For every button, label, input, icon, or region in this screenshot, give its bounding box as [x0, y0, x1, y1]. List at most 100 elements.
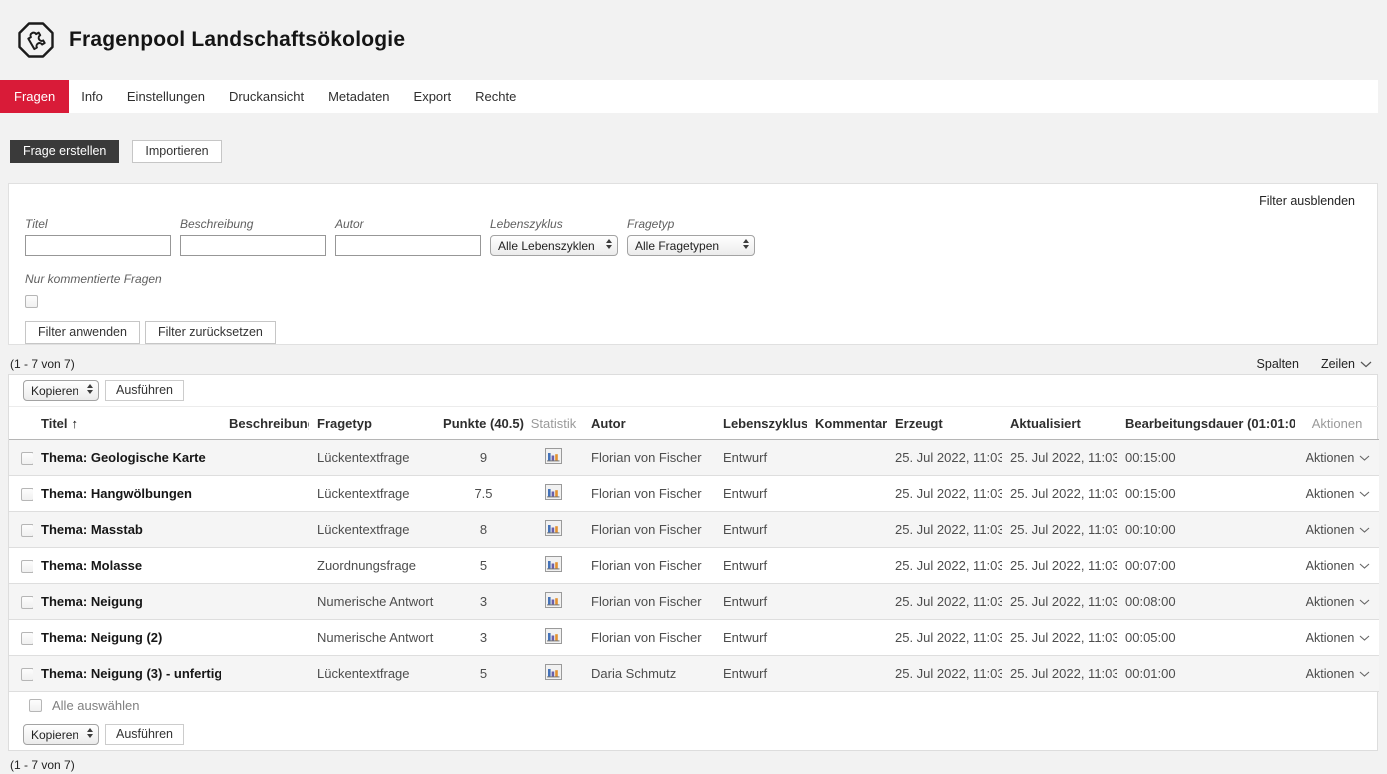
row-checkbox[interactable]: [21, 488, 33, 501]
column-header-autor[interactable]: Autor: [583, 407, 715, 440]
columns-selector[interactable]: Spalten: [1257, 357, 1299, 371]
column-header-erzeugt[interactable]: Erzeugt: [887, 407, 1002, 440]
row-checkbox[interactable]: [21, 596, 33, 609]
filter-panel: Filter ausblenden Titel Beschreibung Aut…: [8, 183, 1378, 345]
filter-commented-checkbox[interactable]: [25, 295, 38, 308]
column-header-aktualisiert[interactable]: Aktualisiert: [1002, 407, 1117, 440]
row-lifecycle: Entwurf: [715, 620, 807, 656]
row-description: [221, 476, 309, 512]
question-title-link[interactable]: Thema: Neigung (3) - unfertig: [41, 666, 221, 681]
row-duration: 00:15:00: [1117, 440, 1295, 476]
row-comments: [807, 548, 887, 584]
row-description: [221, 656, 309, 692]
column-header-lebenszyklus[interactable]: Lebenszyklus: [715, 407, 807, 440]
tab-metadaten[interactable]: Metadaten: [316, 80, 401, 113]
tab-einstellungen[interactable]: Einstellungen: [115, 80, 217, 113]
row-checkbox[interactable]: [21, 452, 33, 465]
filter-lifecycle-select[interactable]: Alle Lebenszyklen: [490, 235, 618, 256]
row-updated: 25. Jul 2022, 11:03: [1002, 584, 1117, 620]
row-actions-dropdown[interactable]: Aktionen: [1306, 451, 1371, 465]
row-actions-dropdown[interactable]: Aktionen: [1306, 631, 1371, 645]
hide-filter-link[interactable]: Filter ausblenden: [1259, 194, 1361, 208]
select-all-checkbox[interactable]: [29, 699, 42, 712]
row-comments: [807, 440, 887, 476]
filter-title-label: Titel: [25, 217, 171, 231]
execute-button-top[interactable]: Ausführen: [105, 380, 184, 401]
column-header-bearbeitungsdauer[interactable]: Bearbeitungsdauer (01:01:00): [1117, 407, 1295, 440]
bar-chart-icon[interactable]: [545, 592, 562, 608]
table-row: Thema: Molasse Zuordnungsfrage 5 Florian…: [9, 548, 1379, 584]
tab-rechte[interactable]: Rechte: [463, 80, 528, 113]
filter-title-input[interactable]: [25, 235, 171, 256]
row-actions-dropdown[interactable]: Aktionen: [1306, 667, 1371, 681]
row-actions-dropdown[interactable]: Aktionen: [1306, 523, 1371, 537]
row-duration: 00:15:00: [1117, 476, 1295, 512]
row-created: 25. Jul 2022, 11:03: [887, 512, 1002, 548]
row-actions-dropdown[interactable]: Aktionen: [1306, 595, 1371, 609]
row-question-type: Lückentextfrage: [309, 476, 443, 512]
row-comments: [807, 620, 887, 656]
import-button[interactable]: Importieren: [132, 140, 221, 163]
question-title-link[interactable]: Thema: Geologische Karte: [41, 450, 206, 465]
column-header-kommentare[interactable]: Kommentare: [807, 407, 887, 440]
table-row: Thema: Neigung Numerische Antwort 3 Flor…: [9, 584, 1379, 620]
tab-export[interactable]: Export: [402, 80, 464, 113]
column-header-beschreibung[interactable]: Beschreibung: [221, 407, 309, 440]
select-all-row: Alle auswählen: [9, 692, 1377, 719]
sort-ascending-arrow-icon: ↑: [72, 416, 79, 431]
question-title-link[interactable]: Thema: Neigung (2): [41, 630, 162, 645]
row-question-type: Numerische Antwort: [309, 584, 443, 620]
filter-questiontype-select[interactable]: Alle Fragetypen: [627, 235, 755, 256]
column-header-fragetyp[interactable]: Fragetyp: [309, 407, 443, 440]
create-question-button[interactable]: Frage erstellen: [10, 140, 119, 163]
bar-chart-icon[interactable]: [545, 556, 562, 572]
bar-chart-icon[interactable]: [545, 520, 562, 536]
question-title-link[interactable]: Thema: Neigung: [41, 594, 143, 609]
row-author: Florian von Fischer: [583, 476, 715, 512]
bulk-action-select-bottom[interactable]: Kopieren: [23, 724, 99, 745]
row-duration: 00:08:00: [1117, 584, 1295, 620]
bar-chart-icon[interactable]: [545, 628, 562, 644]
chevron-down-icon: [1359, 455, 1370, 461]
question-title-link[interactable]: Thema: Molasse: [41, 558, 142, 573]
row-description: [221, 440, 309, 476]
row-author: Florian von Fischer: [583, 584, 715, 620]
row-author: Florian von Fischer: [583, 548, 715, 584]
rows-selector[interactable]: Zeilen: [1321, 357, 1372, 371]
bar-chart-icon[interactable]: [545, 484, 562, 500]
row-checkbox[interactable]: [21, 524, 33, 537]
row-duration: 00:01:00: [1117, 656, 1295, 692]
bulk-action-select-top[interactable]: Kopieren: [23, 380, 99, 401]
bar-chart-icon[interactable]: [545, 664, 562, 680]
toolbar: Frage erstellen Importieren: [10, 140, 1387, 163]
question-title-link[interactable]: Thema: Masstab: [41, 522, 143, 537]
app-header: Fragenpool Landschaftsökologie: [0, 0, 1387, 80]
filter-author-input[interactable]: [335, 235, 481, 256]
filter-description-input[interactable]: [180, 235, 326, 256]
header-select: [9, 407, 33, 440]
tab-druckansicht[interactable]: Druckansicht: [217, 80, 316, 113]
row-comments: [807, 512, 887, 548]
bar-chart-icon[interactable]: [545, 448, 562, 464]
apply-filter-button[interactable]: Filter anwenden: [25, 321, 140, 344]
row-points: 9: [443, 440, 524, 476]
row-actions-dropdown[interactable]: Aktionen: [1306, 487, 1371, 501]
row-checkbox[interactable]: [21, 632, 33, 645]
question-title-link[interactable]: Thema: Hangwölbungen: [41, 486, 192, 501]
row-created: 25. Jul 2022, 11:03: [887, 440, 1002, 476]
row-checkbox[interactable]: [21, 560, 33, 573]
row-description: [221, 548, 309, 584]
filter-commented-label: Nur kommentierte Fragen: [25, 272, 1361, 286]
column-header-punkte[interactable]: Punkte (40.5): [443, 407, 524, 440]
tab-fragen[interactable]: Fragen: [0, 80, 69, 113]
row-actions-dropdown[interactable]: Aktionen: [1306, 559, 1371, 573]
reset-filter-button[interactable]: Filter zurücksetzen: [145, 321, 276, 344]
execute-button-bottom[interactable]: Ausführen: [105, 724, 184, 745]
chevron-down-icon: [1359, 635, 1370, 641]
row-checkbox[interactable]: [21, 668, 33, 681]
row-points: 3: [443, 620, 524, 656]
row-duration: 00:05:00: [1117, 620, 1295, 656]
tab-info[interactable]: Info: [69, 80, 115, 113]
table-row: Thema: Geologische Karte Lückentextfrage…: [9, 440, 1379, 476]
column-header-titel[interactable]: Titel↑: [33, 407, 221, 440]
